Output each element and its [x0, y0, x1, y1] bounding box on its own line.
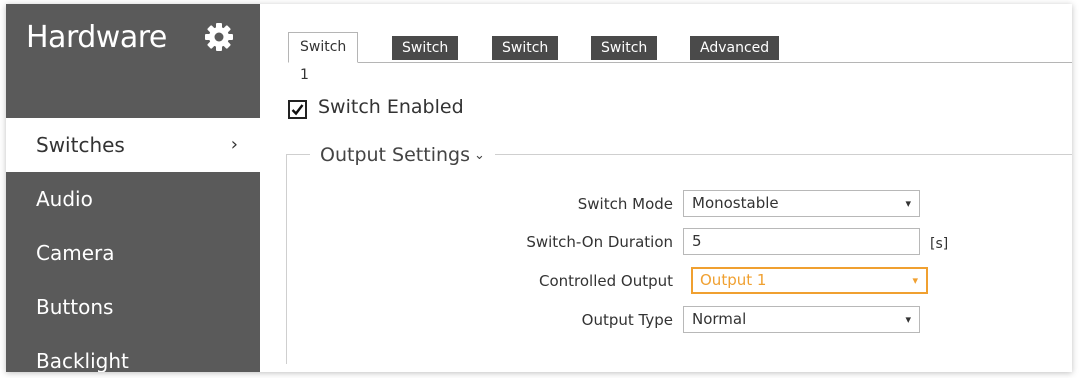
switch-mode-label: Switch Mode [577, 195, 673, 213]
app-window: Hardware Switches › Audio Camera Buttons… [6, 4, 1072, 372]
controlled-output-select[interactable]: Output 1 ▾ [691, 267, 928, 294]
sidebar-header: Hardware [6, 4, 260, 76]
output-type-value: Normal [692, 310, 747, 328]
sidebar-item-label: Backlight [36, 349, 129, 372]
chevron-down-icon: ⌄ [473, 148, 485, 163]
sidebar-item-label: Camera [36, 241, 115, 265]
checkmark-icon [291, 104, 304, 116]
sidebar-item-switches[interactable]: Switches › [6, 118, 260, 172]
chevron-down-icon: ▾ [912, 274, 918, 287]
switch-enabled-checkbox[interactable] [288, 100, 307, 119]
switch-on-duration-label: Switch-On Duration [526, 233, 673, 251]
sidebar-item-label: Audio [36, 187, 93, 211]
tab-switch-3[interactable]: Switch 3 [492, 36, 559, 80]
tab-switch-2[interactable]: Switch 2 [392, 36, 459, 80]
output-settings-title: Output Settings [320, 144, 470, 166]
duration-unit: [s] [930, 236, 949, 252]
chevron-down-icon: ▾ [905, 197, 911, 210]
output-type-select[interactable]: Normal ▾ [683, 306, 920, 333]
sidebar-item-label: Buttons [36, 295, 114, 319]
tab-switch-4[interactable]: Switch 4 [591, 36, 658, 80]
sidebar-item-label: Switches [36, 133, 125, 157]
output-type-label: Output Type [581, 311, 673, 329]
sidebar: Hardware Switches › Audio Camera Buttons… [6, 4, 260, 372]
sidebar-item-camera[interactable]: Camera [6, 226, 260, 280]
output-settings-legend[interactable]: Output Settings ⌄ [310, 144, 495, 166]
sidebar-item-backlight[interactable]: Backlight [6, 334, 260, 372]
sidebar-item-buttons[interactable]: Buttons [6, 280, 260, 334]
tab-advanced[interactable]: Advanced [690, 36, 780, 60]
chevron-right-icon: › [230, 134, 238, 155]
tab-switch-1[interactable]: Switch 1 [288, 32, 359, 83]
switch-mode-value: Monostable [692, 194, 779, 212]
switch-enabled-label: Switch Enabled [318, 96, 464, 118]
output-settings-fieldset [286, 154, 1072, 364]
gear-icon[interactable] [204, 22, 234, 52]
chevron-down-icon: ▾ [905, 313, 911, 326]
sidebar-item-audio[interactable]: Audio [6, 172, 260, 226]
switch-mode-select[interactable]: Monostable ▾ [683, 190, 920, 217]
sidebar-title: Hardware [26, 20, 167, 55]
controlled-output-label: Controlled Output [538, 272, 673, 290]
switch-on-duration-input[interactable]: 5 [683, 228, 920, 255]
controlled-output-value: Output 1 [700, 271, 767, 289]
switch-on-duration-value: 5 [692, 232, 702, 250]
